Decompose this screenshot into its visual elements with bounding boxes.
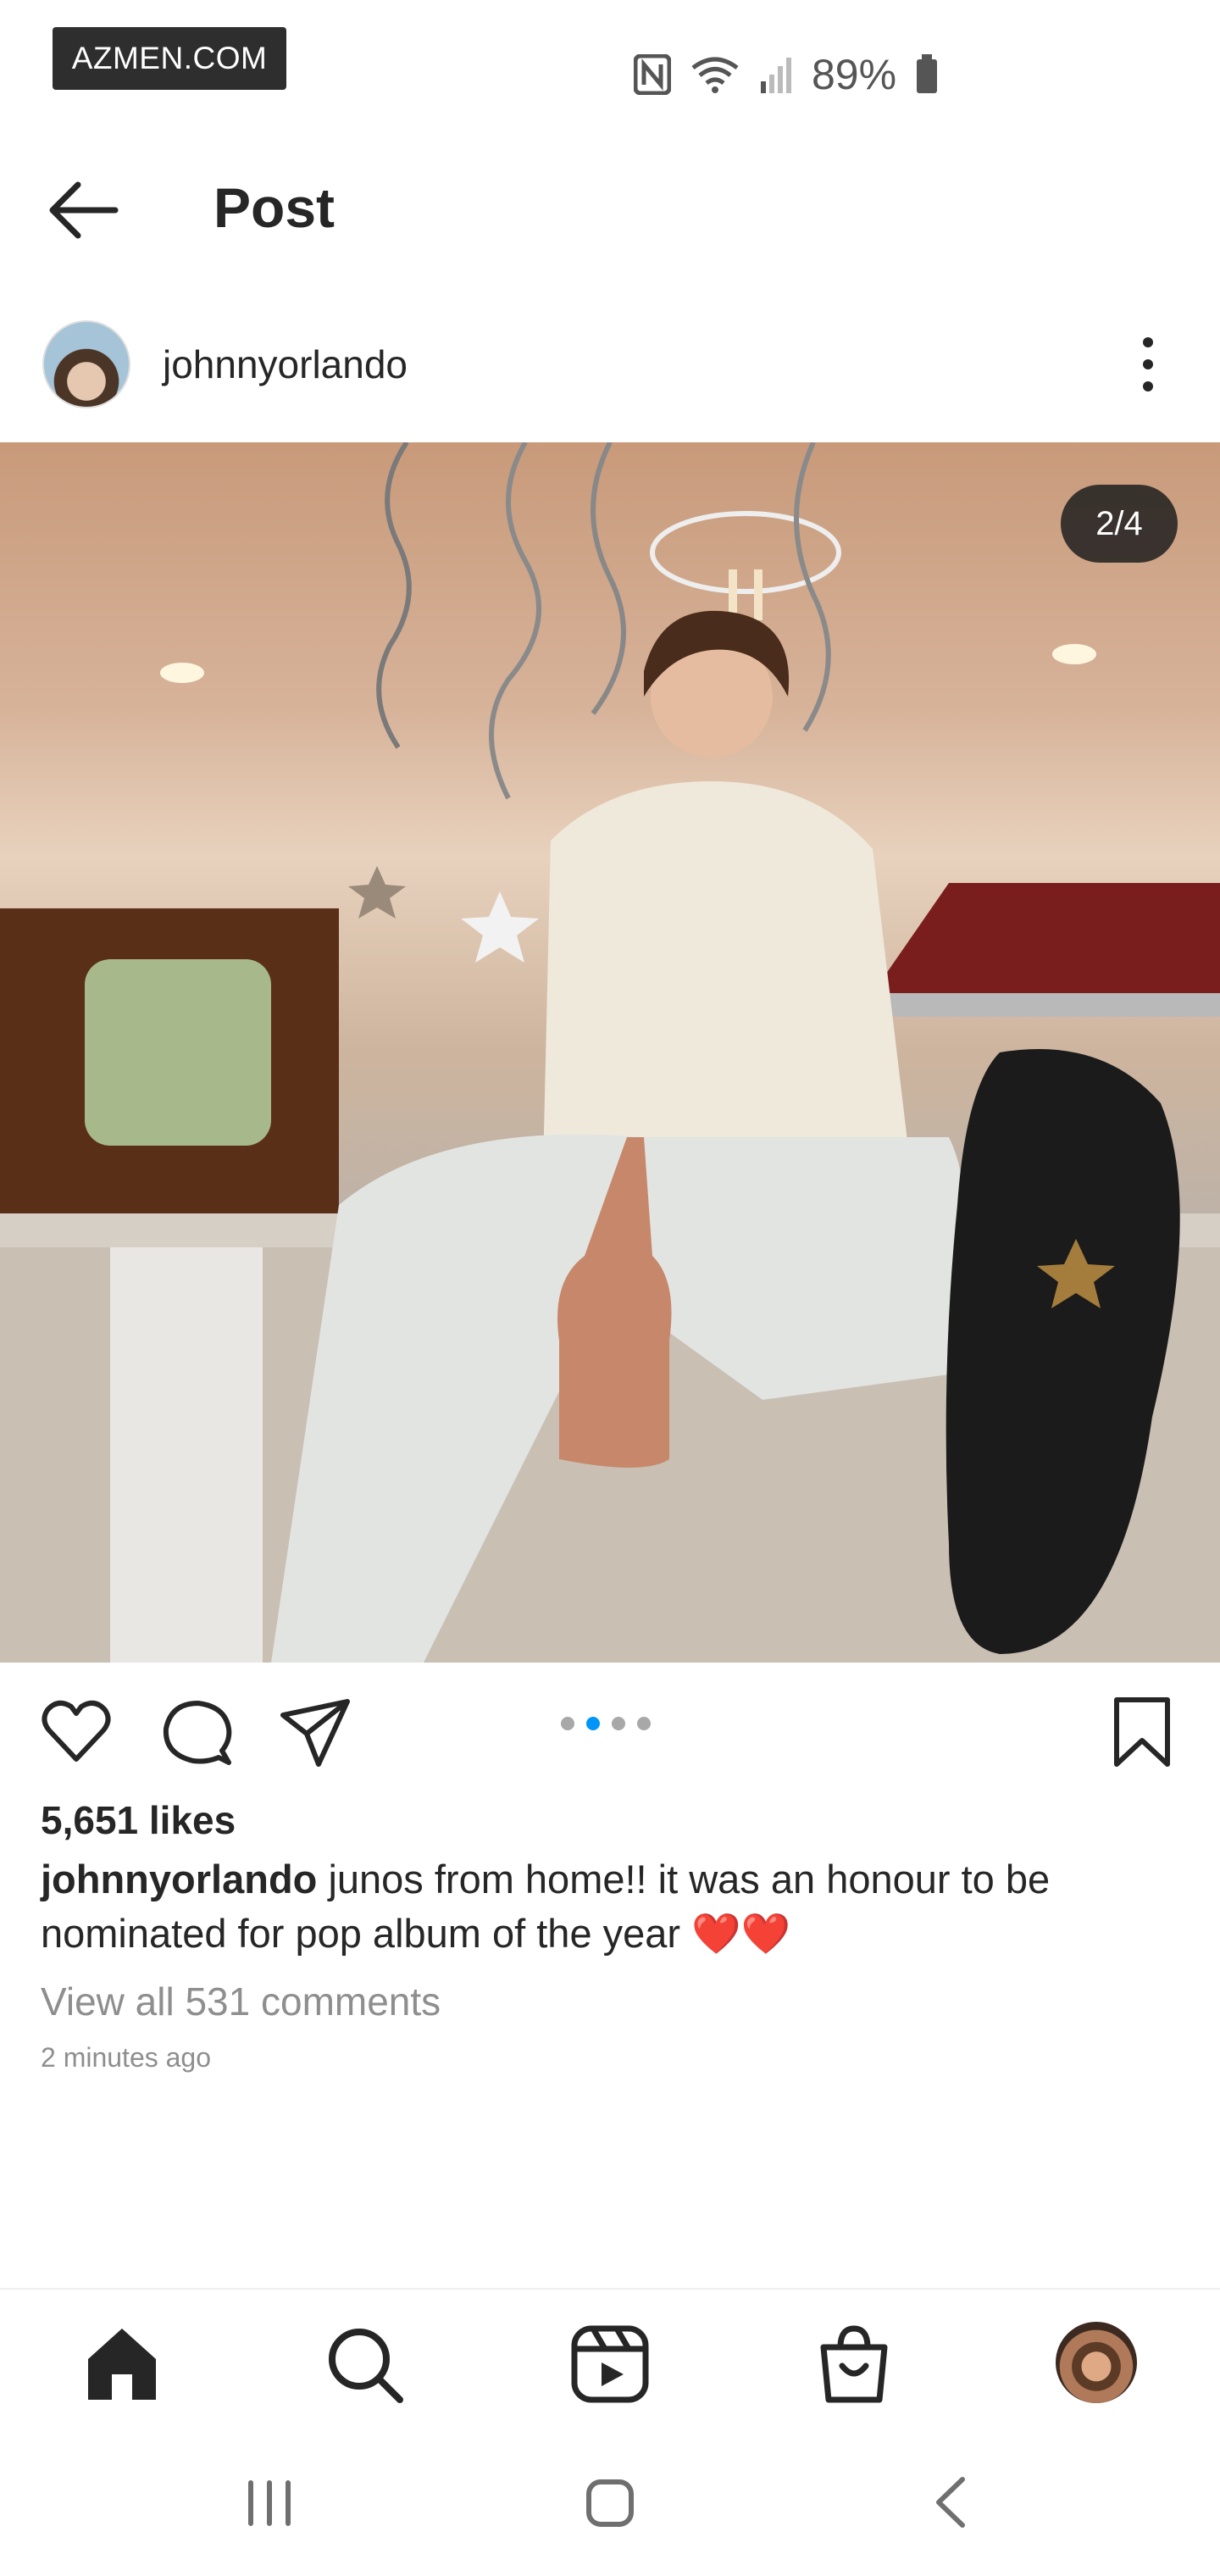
author-username[interactable]: johnnyorlando: [163, 337, 408, 391]
share-send-icon[interactable]: [278, 1695, 352, 1769]
battery-icon: [917, 54, 938, 93]
status-bar: [0, 0, 1220, 144]
like-heart-icon[interactable]: [39, 1695, 114, 1769]
likes-count[interactable]: 5,651 likes: [41, 1793, 236, 1847]
reels-icon[interactable]: [568, 2322, 652, 2407]
caption-username[interactable]: johnnyorlando: [41, 1857, 317, 1901]
status-icons: 89%: [634, 49, 939, 100]
carousel-dot: [561, 1717, 574, 1730]
signal-icon: [761, 58, 791, 93]
home-button-icon[interactable]: [585, 2478, 635, 2529]
wifi-icon: [691, 57, 739, 93]
back-arrow-icon[interactable]: [47, 178, 119, 242]
shop-icon[interactable]: [812, 2322, 896, 2407]
save-bookmark-icon[interactable]: [1105, 1695, 1179, 1769]
more-options-icon[interactable]: [1134, 336, 1162, 393]
media-counter-badge: 2/4: [1061, 485, 1178, 563]
home-icon[interactable]: [80, 2322, 164, 2407]
post-photo[interactable]: [0, 442, 1220, 1663]
post-timestamp: 2 minutes ago: [41, 2042, 212, 2073]
carousel-indicator: [561, 1717, 651, 1730]
battery-percent: 89%: [812, 51, 897, 98]
nfc-icon: [634, 54, 671, 95]
comment-icon[interactable]: [159, 1695, 234, 1769]
post-photo-illustration: [0, 442, 1220, 1663]
recents-icon[interactable]: [242, 2476, 297, 2530]
profile-avatar[interactable]: [1056, 2322, 1137, 2403]
carousel-dot: [612, 1717, 625, 1730]
carousel-dot: [637, 1717, 651, 1730]
author-avatar[interactable]: [42, 320, 130, 408]
carousel-dot-active: [586, 1717, 600, 1730]
post-caption: johnnyorlando junos from home!! it was a…: [41, 1852, 1159, 1961]
page-title: Post: [214, 176, 336, 239]
back-icon[interactable]: [932, 2474, 969, 2530]
view-all-comments-link[interactable]: View all 531 comments: [41, 1974, 441, 2029]
search-icon[interactable]: [322, 2322, 407, 2407]
